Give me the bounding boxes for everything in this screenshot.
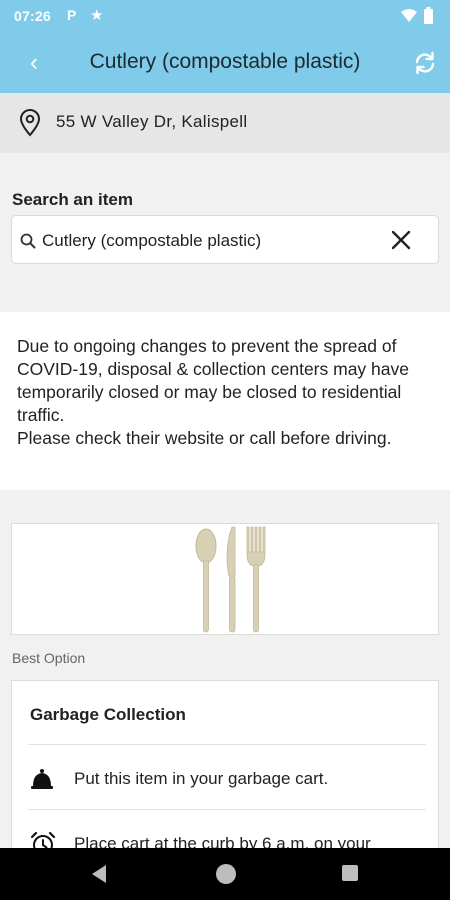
star-icon: ★ <box>90 7 104 24</box>
battery-icon <box>424 7 433 24</box>
bell-icon <box>31 769 53 789</box>
instruction-text: Put this item in your garbage cart. <box>74 769 329 788</box>
address-text: 55 W Valley Dr, Kalispell <box>56 112 248 131</box>
page-title: Cutlery (compostable plastic) <box>89 50 361 73</box>
search-label: Search an item <box>12 190 133 209</box>
notice-text: Due to ongoing changes to prevent the sp… <box>17 336 409 448</box>
parking-app-icon: P <box>67 7 77 23</box>
divider <box>28 809 426 810</box>
item-image-card <box>11 523 439 635</box>
nav-home-icon[interactable] <box>216 864 236 884</box>
nav-back-icon[interactable] <box>90 864 108 884</box>
location-pin-icon <box>19 109 41 137</box>
status-time: 07:26 <box>14 8 51 24</box>
option-title: Garbage Collection <box>30 705 186 724</box>
divider <box>28 744 426 745</box>
nav-recents-icon[interactable] <box>342 865 358 881</box>
wifi-icon <box>401 9 417 22</box>
search-input[interactable] <box>42 231 382 251</box>
covid-notice: Due to ongoing changes to prevent the sp… <box>0 312 450 490</box>
status-bar: 07:26 P ★ <box>0 0 450 33</box>
close-icon[interactable] <box>390 229 412 251</box>
search-icon <box>20 233 36 249</box>
search-section: Search an item <box>0 153 450 312</box>
app-bar: ‹ Cutlery (compostable plastic) <box>0 33 450 93</box>
cutlery-image <box>195 526 266 633</box>
refresh-icon[interactable] <box>412 50 438 76</box>
search-box[interactable] <box>11 215 439 264</box>
back-arrow-icon[interactable]: ‹ <box>22 49 46 77</box>
address-bar[interactable]: 55 W Valley Dr, Kalispell <box>0 93 450 153</box>
best-option-label: Best Option <box>12 650 86 666</box>
system-nav-bar <box>0 848 450 900</box>
